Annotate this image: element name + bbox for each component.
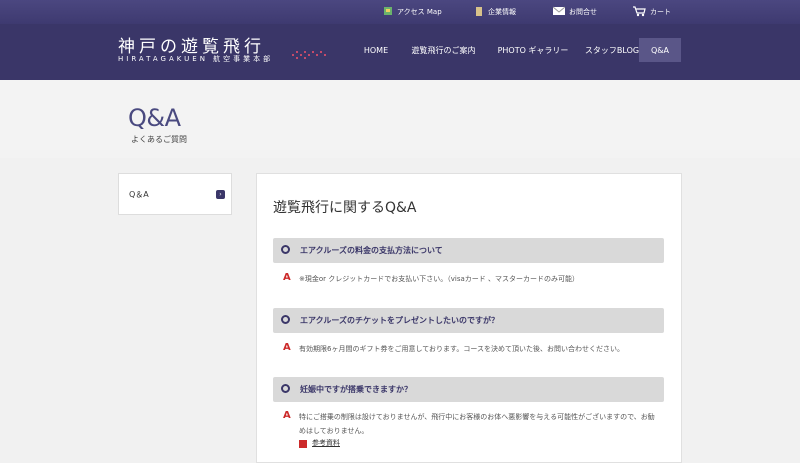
nav-blog[interactable]: スタッフBLOG — [576, 38, 648, 62]
question-text: エアクルーズのチケットをプレゼントしたいのですが？ — [300, 316, 499, 325]
cart-link[interactable]: カート — [632, 4, 671, 20]
answer-text: 特にご搭乗の制限は設けておりませんが、飛行中にお客様のお体へ悪影響を与える可能性… — [299, 413, 655, 435]
question-2[interactable]: エアクルーズのチケットをプレゼントしたいのですが？ — [273, 308, 664, 333]
question-3[interactable]: 妊娠中ですが搭乗できますか？ — [273, 377, 664, 402]
cart-icon — [632, 5, 646, 19]
building-icon — [474, 6, 484, 18]
nav-qa[interactable]: Q&A — [639, 38, 681, 62]
question-icon — [281, 384, 290, 393]
reference-link[interactable]: 参考資料 — [312, 438, 340, 448]
content-heading: 遊覧飛行に関するQ&A — [273, 200, 417, 216]
page-header — [0, 80, 800, 158]
company-label: 企業情報 — [488, 8, 516, 16]
question-icon — [281, 315, 290, 324]
cart-label: カート — [650, 8, 671, 16]
sidebar-item-qa[interactable]: Q＆A › — [118, 173, 232, 215]
logo-dots-icon — [292, 48, 332, 68]
contact-label: お問合せ — [569, 8, 597, 16]
answer-icon: A — [283, 272, 291, 283]
chevron-right-icon: › — [216, 190, 225, 199]
logo-subtitle: HIRATAGAKUEN 航空事業本部 — [118, 55, 274, 63]
nav-guide[interactable]: 遊覧飛行のご案内 — [400, 38, 487, 62]
answer-text: 有効期限6ヶ月間のギフト券をご用意しております。コースを決めて頂いた後、お問い合… — [299, 345, 624, 353]
access-label: アクセス Map — [397, 8, 442, 16]
question-icon — [281, 245, 290, 254]
map-icon — [383, 6, 393, 18]
page-subtitle: よくあるご質問 — [131, 135, 187, 144]
question-1[interactable]: エアクルーズの料金の支払方法について — [273, 238, 664, 263]
nav-photo[interactable]: PHOTO ギャラリー — [488, 38, 578, 62]
page-title: Q&A — [128, 104, 181, 132]
answer-text: ※現金or クレジットカードでお支払い下さい。（visaカード 、マスターカード… — [299, 275, 579, 283]
mail-icon — [552, 6, 566, 18]
answer-icon: A — [283, 342, 291, 353]
contact-link[interactable]: お問合せ — [552, 4, 597, 20]
question-text: エアクルーズの料金の支払方法について — [300, 246, 443, 255]
access-link[interactable]: アクセス Map — [383, 4, 442, 20]
nav-home[interactable]: HOME — [354, 38, 398, 62]
answer-icon: A — [283, 410, 291, 421]
sidebar-item-label: Q＆A — [129, 190, 149, 199]
question-text: 妊娠中ですが搭乗できますか？ — [300, 385, 412, 394]
document-icon — [299, 440, 307, 448]
company-link[interactable]: 企業情報 — [474, 4, 516, 20]
